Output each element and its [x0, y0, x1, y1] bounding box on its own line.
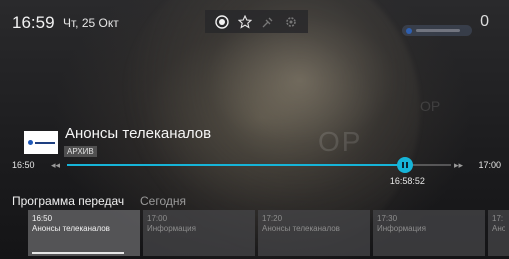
guide-item-time: 16:50 — [32, 214, 53, 223]
settings-button[interactable] — [282, 13, 300, 31]
guide-item-time: 17:30 — [377, 214, 398, 223]
progress-track[interactable] — [67, 164, 451, 166]
guide-title: Программа передач — [12, 194, 125, 208]
current-position-time: 16:58:52 — [389, 176, 425, 186]
guide-item-name: Анонсы телеканалов — [32, 224, 110, 233]
channel-logo-badge — [402, 25, 472, 36]
guide-item-time: 17: — [492, 214, 504, 223]
rewind-icon[interactable]: ◂◂ — [51, 160, 60, 171]
channel-logo-icon — [406, 27, 412, 34]
record-button[interactable] — [213, 13, 231, 31]
guide-item-name: Ано — [492, 224, 505, 233]
fast-forward-icon[interactable]: ▸▸ — [454, 160, 463, 171]
channel-logo — [24, 131, 58, 154]
guide-item[interactable]: 17:30 Информация — [373, 210, 485, 256]
channel-logo-icon — [27, 140, 33, 145]
clock-date: Чт, 25 Окт — [63, 16, 119, 30]
guide-item-time: 17:20 — [262, 214, 283, 223]
program-end-time: 17:00 — [478, 160, 501, 170]
satellite-button[interactable] — [259, 13, 277, 31]
guide-item[interactable]: 17: Ано — [488, 210, 509, 256]
record-icon — [215, 14, 230, 29]
gear-icon — [285, 16, 296, 27]
player-screen: OP OP 16:59 Чт, 25 Окт 0 Анонсы телекана… — [0, 0, 509, 259]
clock-time: 16:59 — [12, 13, 55, 32]
guide-item-time: 17:00 — [147, 214, 168, 223]
program-title: Анонсы телеканалов — [65, 125, 212, 142]
guide-day[interactable]: Сегодня — [140, 194, 186, 208]
channel-logo-text — [34, 141, 55, 144]
guide-item[interactable]: 17:00 Информация — [143, 210, 255, 256]
guide-item-name: Информация — [147, 224, 196, 233]
background-logo-small: OP — [420, 98, 441, 114]
guide-item-name: Информация — [377, 224, 426, 233]
background-logo: OP — [318, 126, 363, 157]
satellite-icon — [262, 17, 273, 27]
guide-item-name: Анонсы телеканалов — [262, 224, 340, 233]
channel-number: 0 — [480, 13, 489, 30]
star-icon — [238, 14, 253, 29]
player-toolbar — [205, 10, 308, 33]
guide-item[interactable]: 17:20 Анонсы телеканалов — [258, 210, 370, 256]
program-start-time: 16:50 — [12, 160, 35, 170]
progress-fill — [67, 164, 405, 166]
guide-item[interactable]: 16:50 Анонсы телеканалов — [28, 210, 140, 256]
playhead-pause-button[interactable] — [396, 157, 413, 173]
channel-logo-text — [416, 29, 460, 32]
favorite-button[interactable] — [236, 13, 254, 31]
active-indicator — [32, 252, 124, 254]
archive-badge: АРХИВ — [64, 146, 97, 157]
pause-icon — [401, 162, 404, 168]
